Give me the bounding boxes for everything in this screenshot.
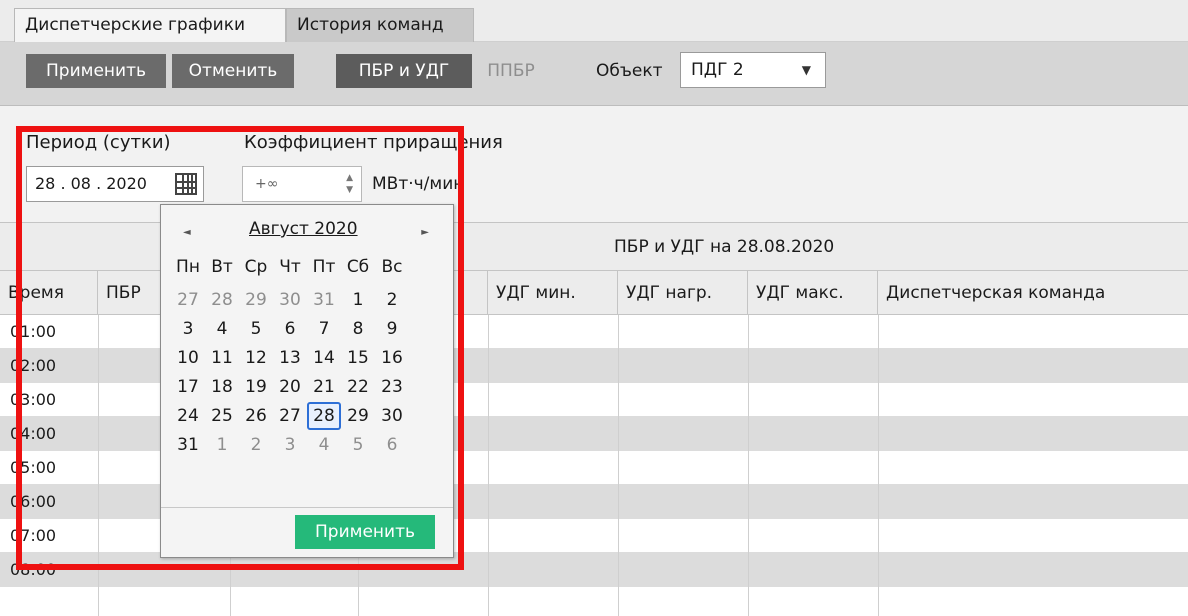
calendar-day[interactable]: 30 <box>273 286 307 314</box>
calendar-day[interactable]: 22 <box>341 373 375 401</box>
table-row[interactable]: 08:00 <box>0 553 1188 587</box>
weekday-header: Чт <box>279 257 301 277</box>
calendar-divider <box>161 507 453 508</box>
period-label: Период (сутки) <box>26 132 171 153</box>
time-cell: 07:00 <box>10 526 57 545</box>
calendar-day[interactable]: 4 <box>205 315 239 343</box>
calendar-day[interactable]: 31 <box>171 431 205 459</box>
calendar-day[interactable]: 30 <box>375 402 409 430</box>
mode-pbr-udg-button[interactable]: ПБР и УДГ <box>336 54 472 88</box>
calendar-day-selected[interactable]: 28 <box>307 402 341 430</box>
period-date-input[interactable]: 28 . 08 . 2020 <box>26 166 204 202</box>
calendar-day[interactable]: 7 <box>307 315 341 343</box>
chevron-down-icon[interactable]: ▼ <box>802 53 811 87</box>
calendar-day[interactable]: 9 <box>375 315 409 343</box>
calendar-day[interactable]: 3 <box>273 431 307 459</box>
prev-month-icon[interactable]: ◄ <box>183 227 191 238</box>
calendar-day[interactable]: 3 <box>171 315 205 343</box>
column-divider <box>98 315 99 616</box>
calendar-day[interactable]: 2 <box>239 431 273 459</box>
column-header-udg-min[interactable]: УДГ мин. <box>488 271 618 315</box>
weekday-header: Пн <box>176 257 200 277</box>
time-cell: 03:00 <box>10 390 57 409</box>
calendar-day[interactable]: 12 <box>239 344 273 372</box>
weekday-header: Пт <box>312 257 336 277</box>
column-divider <box>618 315 619 616</box>
calendar-day[interactable]: 8 <box>341 315 375 343</box>
period-date-value: 28 . 08 . 2020 <box>35 174 147 193</box>
calendar-day[interactable]: 27 <box>171 286 205 314</box>
calendar-day[interactable]: 4 <box>307 431 341 459</box>
calendar-day[interactable]: 23 <box>375 373 409 401</box>
cancel-button[interactable]: Отменить <box>172 54 294 88</box>
calendar-day[interactable]: 29 <box>341 402 375 430</box>
time-cell: 04:00 <box>10 424 57 443</box>
calendar-day[interactable]: 6 <box>273 315 307 343</box>
time-cell: 06:00 <box>10 492 57 511</box>
calendar-day[interactable]: 21 <box>307 373 341 401</box>
calendar-day[interactable]: 31 <box>307 286 341 314</box>
calendar-day[interactable]: 14 <box>307 344 341 372</box>
calendar-day[interactable]: 15 <box>341 344 375 372</box>
date-picker-popup: ◄ Август 2020 ► Пн Вт Ср Чт Пт Сб Вс 27 28 29 30 31… <box>160 204 454 558</box>
apply-button[interactable]: Применить <box>26 54 166 88</box>
calendar-icon[interactable] <box>175 173 197 195</box>
calendar-day[interactable]: 27 <box>273 402 307 430</box>
weekday-header: Вс <box>381 257 403 277</box>
time-cell: 02:00 <box>10 356 57 375</box>
table-title: ПБР и УДГ на 28.08.2020 <box>614 237 835 257</box>
calendar-day[interactable]: 25 <box>205 402 239 430</box>
calendar-day[interactable]: 16 <box>375 344 409 372</box>
column-header-time[interactable]: Время <box>0 271 98 315</box>
next-month-icon[interactable]: ► <box>421 227 429 238</box>
object-label: Объект <box>596 61 663 81</box>
calendar-day[interactable]: 24 <box>171 402 205 430</box>
tab-dispatch-schedules[interactable]: Диспетчерские графики <box>14 8 286 42</box>
column-header-udg-max[interactable]: УДГ макс. <box>748 271 878 315</box>
time-cell: 08:00 <box>10 560 57 579</box>
calendar-month-title[interactable]: Август 2020 <box>249 219 358 239</box>
calendar-day[interactable]: 17 <box>171 373 205 401</box>
column-divider <box>748 315 749 616</box>
coef-unit: МВт·ч/мин <box>372 174 465 194</box>
column-header-dispatch-command[interactable]: Диспетчерская команда <box>878 271 1188 315</box>
tab-command-history[interactable]: История команд <box>286 8 474 42</box>
spinner-up-icon[interactable]: ▲ <box>346 173 353 183</box>
coef-value: +∞ <box>255 176 279 192</box>
calendar-day[interactable]: 18 <box>205 373 239 401</box>
weekday-header: Ср <box>244 257 268 277</box>
time-cell: 05:00 <box>10 458 57 477</box>
calendar-day[interactable]: 13 <box>273 344 307 372</box>
column-divider <box>488 315 489 616</box>
toolbar: Применить Отменить ПБР и УДГ ППБР Объект… <box>0 42 1188 106</box>
weekday-header: Вт <box>211 257 233 277</box>
object-select[interactable]: ПДГ 2 ▼ <box>680 52 826 88</box>
calendar-day[interactable]: 29 <box>239 286 273 314</box>
mode-ppbr-button[interactable]: ППБР <box>476 54 546 88</box>
weekday-header: Сб <box>346 257 370 277</box>
calendar-day[interactable]: 1 <box>341 286 375 314</box>
calendar-apply-button[interactable]: Применить <box>295 515 435 549</box>
calendar-day[interactable]: 19 <box>239 373 273 401</box>
time-cell: 01:00 <box>10 322 57 341</box>
tab-bar: Диспетчерские графики История команд <box>0 0 1188 42</box>
calendar-day[interactable]: 1 <box>205 431 239 459</box>
calendar-day[interactable]: 6 <box>375 431 409 459</box>
column-header-udg-load[interactable]: УДГ нагр. <box>618 271 748 315</box>
column-divider <box>878 315 879 616</box>
calendar-day[interactable]: 2 <box>375 286 409 314</box>
calendar-day[interactable]: 26 <box>239 402 273 430</box>
calendar-day[interactable]: 10 <box>171 344 205 372</box>
calendar-day[interactable]: 11 <box>205 344 239 372</box>
calendar-day[interactable]: 20 <box>273 373 307 401</box>
coef-label: Коэффициент приращения <box>244 132 503 153</box>
coef-spinner[interactable]: +∞ ▲ ▼ <box>242 166 362 202</box>
spinner-down-icon[interactable]: ▼ <box>346 185 353 195</box>
calendar-day[interactable]: 28 <box>205 286 239 314</box>
calendar-day[interactable]: 5 <box>341 431 375 459</box>
calendar-day[interactable]: 5 <box>239 315 273 343</box>
object-select-value: ПДГ 2 <box>691 60 744 80</box>
